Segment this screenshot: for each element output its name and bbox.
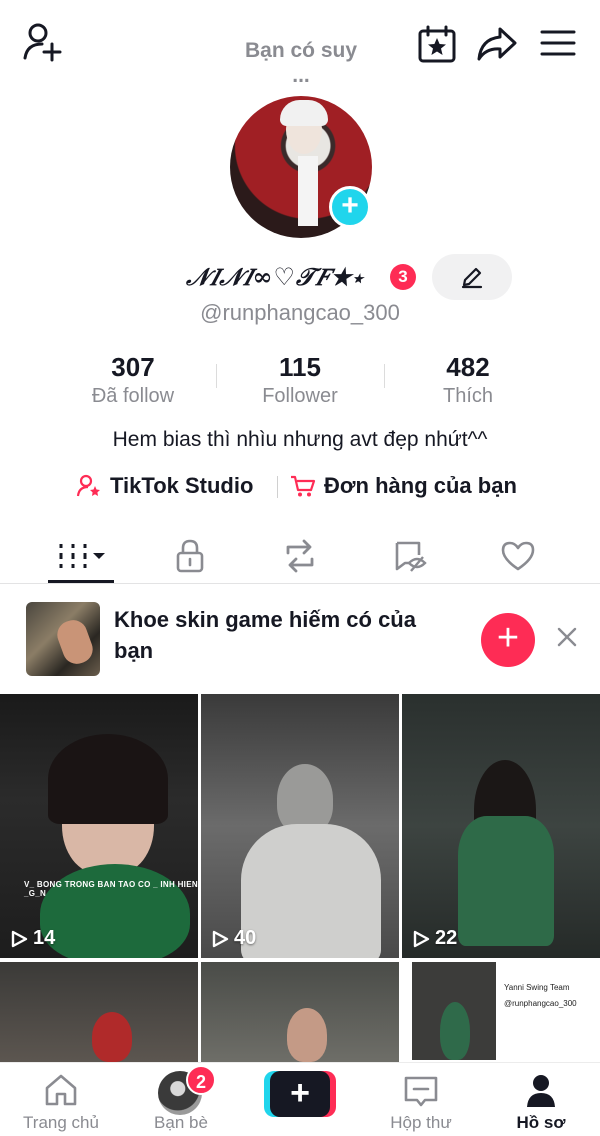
play-icon [11, 930, 28, 947]
view-count: 22 [412, 927, 457, 950]
notification-badge: 3 [390, 264, 416, 290]
video-thumbnail[interactable]: Yanni Swing Team @runphangcao_300 [402, 962, 600, 1062]
view-count: 40 [211, 927, 256, 950]
nav-friends[interactable]: 2 Bạn bè [126, 1063, 236, 1136]
video-thumbnail[interactable] [0, 962, 198, 1062]
add-user-icon[interactable] [22, 22, 64, 62]
tab-tagged[interactable] [360, 528, 460, 584]
video-thumbnail[interactable]: V_ BONG TRONG BAN TAO CO _ INH HIEN _G_N… [0, 694, 198, 958]
profile-links: TikTok Studio Đơn hàng của bạn [0, 468, 600, 504]
repost-icon [286, 539, 314, 573]
profile-stats: 307 Đã follow 115 Follower 482 Thích [0, 352, 600, 412]
content-tabs [0, 528, 600, 584]
grid-videos-icon [59, 544, 105, 568]
add-story-plus-icon[interactable]: + [329, 186, 371, 228]
orders-link[interactable]: Đơn hàng của bạn [290, 468, 517, 504]
video-thumbnail[interactable]: 40 [201, 694, 399, 958]
stat-likes[interactable]: 482 Thích [383, 352, 553, 410]
story-note-bubble[interactable]: Bạn có suy ... [236, 38, 366, 88]
nav-inbox[interactable]: Hộp thư [366, 1063, 476, 1136]
tab-private[interactable] [140, 528, 240, 584]
creator-user-icon [76, 474, 100, 497]
edit-profile-button[interactable] [432, 254, 512, 300]
lock-icon [176, 539, 204, 573]
video-caption: V_ BONG TRONG BAN TAO CO _ INH HIEN _G_N [24, 880, 198, 898]
video-caption: Yanni Swing Team @runphangcao_300 [504, 983, 577, 1008]
stat-following[interactable]: 307 Đã follow [48, 352, 218, 410]
active-tab-indicator [48, 580, 114, 583]
tiktok-studio-link[interactable]: TikTok Studio [76, 468, 253, 504]
tag-hidden-icon [395, 541, 427, 572]
nav-profile[interactable]: Hồ sơ [486, 1063, 596, 1136]
profile-icon [527, 1075, 555, 1107]
create-button[interactable]: + [264, 1071, 336, 1117]
friends-badge: 2 [186, 1065, 216, 1095]
home-icon [45, 1074, 77, 1106]
inbox-icon [404, 1076, 438, 1107]
display-name: 𝒩𝐼𝒩𝐼∞♡𝒯𝐹★⋆ [186, 262, 365, 291]
bottom-nav: Trang chủ 2 Bạn bè + Hộp thư Hồ sơ [0, 1062, 600, 1136]
play-icon [212, 930, 229, 947]
promo-banner[interactable]: Khoe skin game hiếm có của bạn + [0, 596, 600, 680]
video-thumbnail[interactable] [201, 962, 399, 1062]
heart-icon [501, 541, 535, 571]
plus-icon: + [270, 1071, 330, 1117]
cart-icon [291, 475, 316, 497]
promo-thumbnail [26, 602, 100, 676]
calendar-star-icon[interactable] [417, 25, 457, 63]
tab-reposts[interactable] [250, 528, 350, 584]
tab-videos[interactable] [32, 528, 132, 584]
play-icon [413, 930, 430, 947]
close-icon[interactable] [553, 623, 581, 651]
nav-home[interactable]: Trang chủ [6, 1063, 116, 1136]
edit-pencil-icon [461, 267, 483, 289]
menu-icon[interactable] [540, 28, 576, 58]
view-count: 14 [10, 927, 55, 950]
video-thumbnail[interactable]: 22 [402, 694, 600, 958]
promo-text: Khoe skin game hiếm có của bạn [114, 607, 416, 663]
stat-followers[interactable]: 115 Follower [215, 352, 385, 410]
profile-bio: Hem bias thì nhìu nhưng avt đẹp nhứt^^ [112, 428, 488, 451]
promo-add-button[interactable]: + [481, 613, 535, 667]
username: @runphangcao_300 [200, 300, 400, 325]
tab-liked[interactable] [468, 528, 568, 584]
share-icon[interactable] [476, 25, 518, 63]
